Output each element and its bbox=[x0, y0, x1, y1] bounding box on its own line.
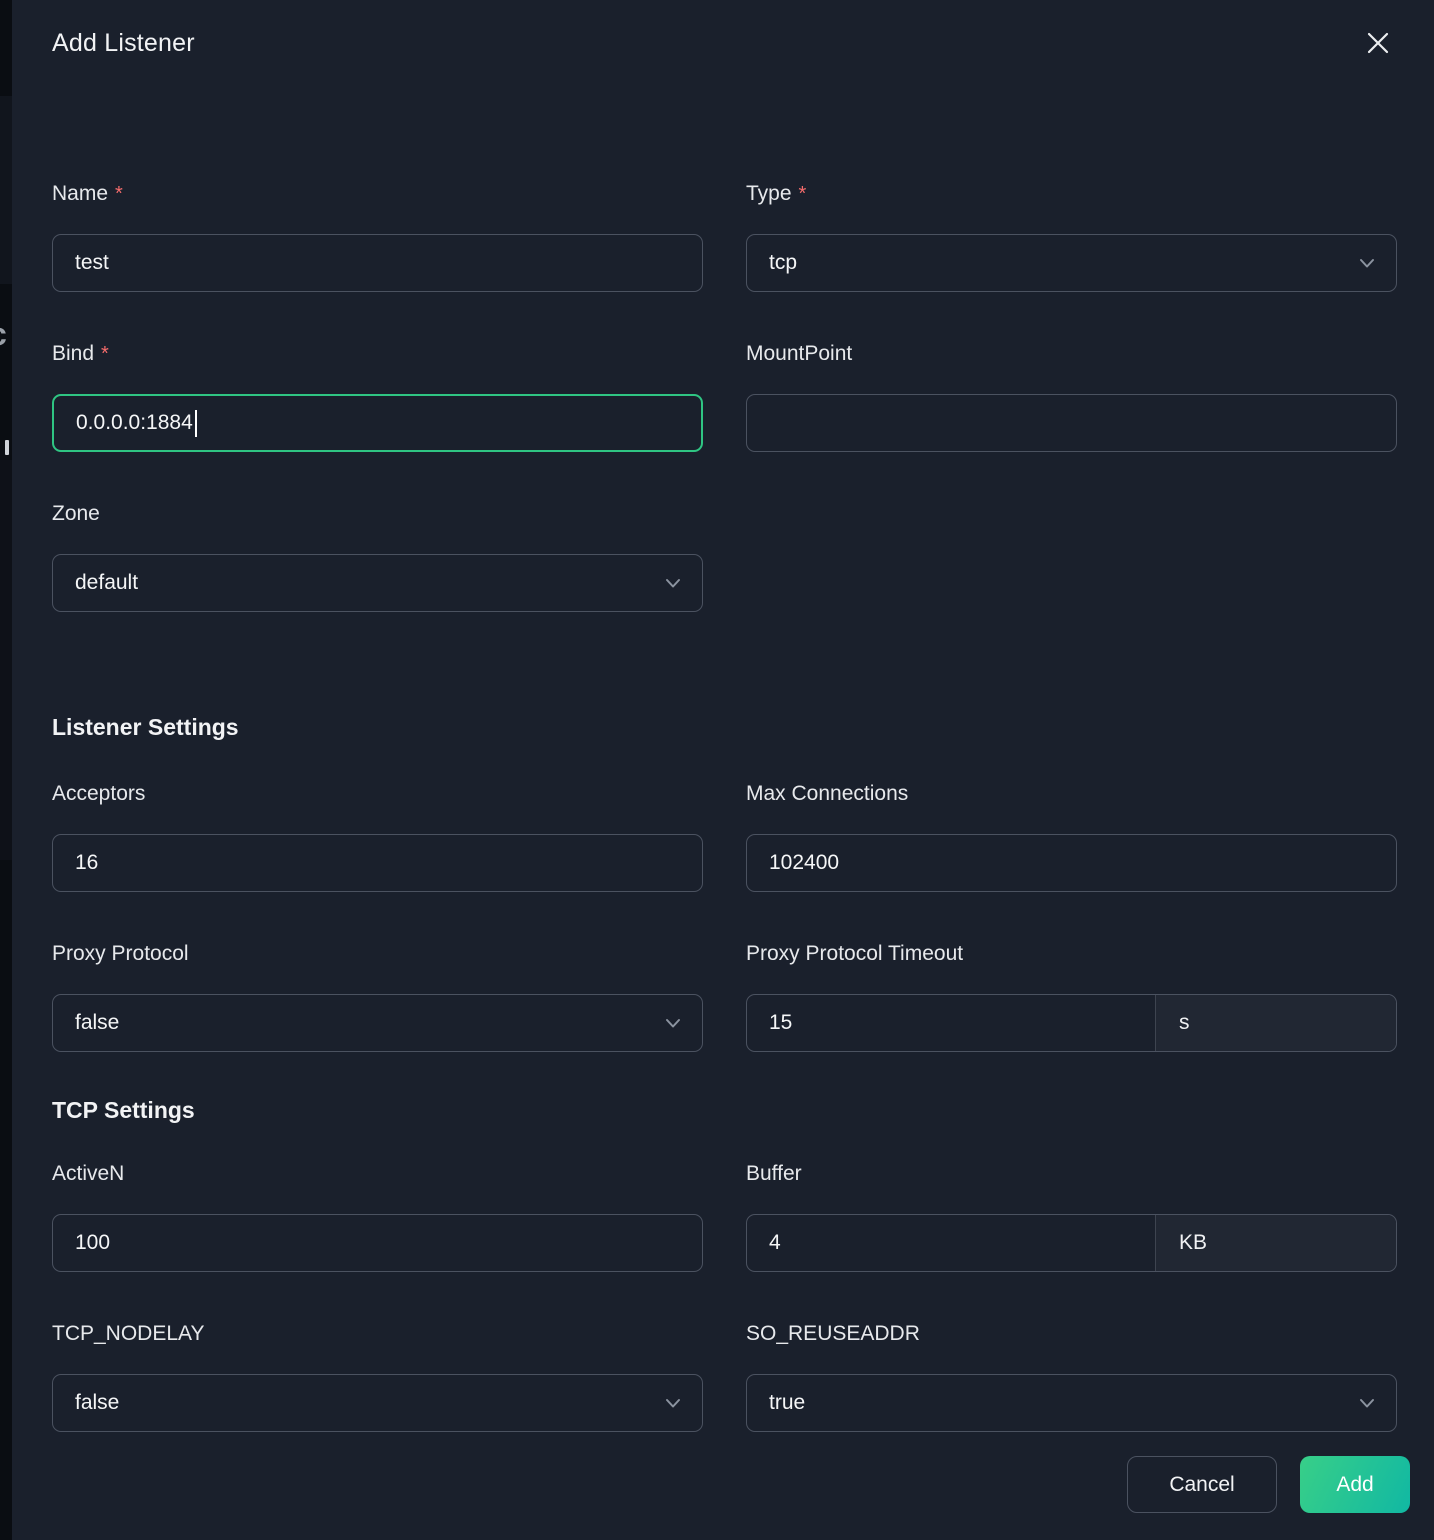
required-asterisk: * bbox=[101, 343, 109, 365]
field-proxy-protocol: Proxy Protocol false bbox=[52, 940, 703, 1052]
chevron-down-icon bbox=[1356, 252, 1378, 274]
add-listener-dialog: Add Listener Name* Type* tcp Bind* bbox=[12, 0, 1434, 1540]
tcp-nodelay-label: TCP_NODELAY bbox=[52, 1320, 703, 1348]
bind-input-value: 0.0.0.0:1884 bbox=[54, 411, 193, 435]
background-block bbox=[0, 460, 12, 860]
name-label: Name* bbox=[52, 180, 703, 208]
proxy-protocol-timeout-value: 15 bbox=[747, 1011, 1155, 1035]
chevron-down-icon bbox=[662, 1392, 684, 1414]
required-asterisk: * bbox=[115, 183, 123, 205]
so-reuseaddr-select[interactable]: true bbox=[746, 1374, 1397, 1432]
dialog-header: Add Listener bbox=[52, 28, 1397, 58]
chevron-down-icon bbox=[662, 1012, 684, 1034]
field-max-connections: Max Connections bbox=[746, 780, 1397, 892]
acceptors-label: Acceptors bbox=[52, 780, 703, 808]
close-icon bbox=[1365, 30, 1391, 56]
field-bind: Bind* 0.0.0.0:1884 bbox=[52, 340, 703, 452]
add-button[interactable]: Add bbox=[1300, 1456, 1410, 1513]
type-select[interactable]: tcp bbox=[746, 234, 1397, 292]
required-asterisk: * bbox=[799, 183, 807, 205]
field-zone: Zone default bbox=[52, 500, 703, 612]
field-acceptors: Acceptors bbox=[52, 780, 703, 892]
max-connections-label: Max Connections bbox=[746, 780, 1397, 808]
so-reuseaddr-label: SO_REUSEADDR bbox=[746, 1320, 1397, 1348]
activen-input[interactable] bbox=[52, 1214, 703, 1272]
proxy-protocol-select-value: false bbox=[53, 1011, 119, 1035]
unit-suffix: s bbox=[1155, 995, 1396, 1051]
proxy-protocol-timeout-input[interactable]: 15 s bbox=[746, 994, 1397, 1052]
dialog-title: Add Listener bbox=[52, 28, 195, 58]
proxy-protocol-label: Proxy Protocol bbox=[52, 940, 703, 968]
zone-select[interactable]: default bbox=[52, 554, 703, 612]
field-tcp-nodelay: TCP_NODELAY false bbox=[52, 1320, 703, 1432]
bind-label: Bind* bbox=[52, 340, 703, 368]
zone-label: Zone bbox=[52, 500, 703, 528]
name-input[interactable] bbox=[52, 234, 703, 292]
field-buffer: Buffer 4 KB bbox=[746, 1160, 1397, 1272]
listener-settings-heading: Listener Settings bbox=[52, 712, 1397, 742]
so-reuseaddr-select-value: true bbox=[747, 1391, 805, 1415]
tcp-settings-heading: TCP Settings bbox=[52, 1095, 1397, 1125]
empty-cell bbox=[746, 500, 1397, 612]
proxy-protocol-select[interactable]: false bbox=[52, 994, 703, 1052]
listener-form: Name* Type* tcp Bind* 0.0.0.0:1884 Mount… bbox=[52, 180, 1397, 1432]
acceptors-input[interactable] bbox=[52, 834, 703, 892]
max-connections-input[interactable] bbox=[746, 834, 1397, 892]
activen-label: ActiveN bbox=[52, 1160, 703, 1188]
mountpoint-input[interactable] bbox=[746, 394, 1397, 452]
background-partial-letter: c bbox=[0, 316, 7, 353]
type-label: Type* bbox=[746, 180, 1397, 208]
field-name: Name* bbox=[52, 180, 703, 292]
mountpoint-label: MountPoint bbox=[746, 340, 1397, 368]
field-activen: ActiveN bbox=[52, 1160, 703, 1272]
proxy-protocol-timeout-label: Proxy Protocol Timeout bbox=[746, 940, 1397, 968]
tcp-nodelay-select[interactable]: false bbox=[52, 1374, 703, 1432]
field-proxy-protocol-timeout: Proxy Protocol Timeout 15 s bbox=[746, 940, 1397, 1052]
buffer-input[interactable]: 4 KB bbox=[746, 1214, 1397, 1272]
type-select-value: tcp bbox=[747, 251, 797, 275]
background-page-edge: c bbox=[0, 0, 12, 1540]
chevron-down-icon bbox=[1356, 1392, 1378, 1414]
close-button[interactable] bbox=[1363, 28, 1393, 58]
background-block bbox=[0, 96, 12, 284]
bind-input[interactable]: 0.0.0.0:1884 bbox=[52, 394, 703, 452]
field-so-reuseaddr: SO_REUSEADDR true bbox=[746, 1320, 1397, 1432]
buffer-value: 4 bbox=[747, 1231, 1155, 1255]
cancel-button[interactable]: Cancel bbox=[1127, 1456, 1277, 1513]
proxy-protocol-timeout-unit: s bbox=[1156, 1011, 1190, 1035]
buffer-label: Buffer bbox=[746, 1160, 1397, 1188]
tcp-nodelay-select-value: false bbox=[53, 1391, 119, 1415]
chevron-down-icon bbox=[662, 572, 684, 594]
zone-select-value: default bbox=[53, 571, 138, 595]
buffer-unit: KB bbox=[1156, 1231, 1207, 1255]
text-cursor bbox=[195, 410, 197, 437]
field-mountpoint: MountPoint bbox=[746, 340, 1397, 452]
field-type: Type* tcp bbox=[746, 180, 1397, 292]
dialog-footer: Cancel Add bbox=[1127, 1456, 1410, 1513]
background-fragment bbox=[5, 440, 9, 455]
unit-suffix: KB bbox=[1155, 1215, 1396, 1271]
